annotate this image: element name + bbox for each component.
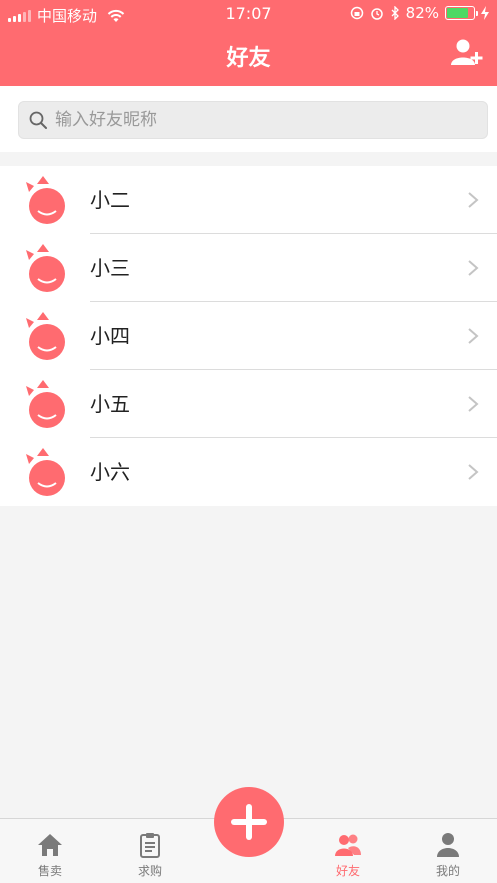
charging-icon — [481, 6, 489, 20]
friend-name: 小六 — [90, 460, 130, 484]
search-input[interactable] — [55, 110, 475, 130]
tab-me[interactable]: 我的 — [408, 819, 488, 883]
chevron-right-icon — [468, 396, 479, 412]
search-box[interactable] — [18, 101, 488, 139]
battery-percent: 82% — [405, 4, 439, 22]
friends-icon — [335, 834, 361, 856]
chevron-right-icon — [468, 328, 479, 344]
friend-row[interactable]: 小六 — [0, 438, 497, 506]
friend-name: 小二 — [90, 188, 130, 212]
friend-name: 小四 — [90, 324, 130, 348]
person-icon — [437, 833, 459, 857]
search-icon — [29, 111, 47, 129]
chevron-right-icon — [468, 464, 479, 480]
avatar — [26, 380, 65, 428]
search-bar — [0, 86, 497, 152]
alarm-icon — [370, 8, 383, 20]
avatar — [26, 244, 65, 292]
rotation-lock-icon — [350, 6, 363, 20]
bluetooth-icon — [391, 6, 399, 20]
tab-label: 求购 — [137, 864, 162, 878]
tab-friends[interactable]: 好友 — [308, 819, 388, 883]
add-button[interactable] — [214, 787, 284, 857]
add-friend-button[interactable] — [451, 38, 485, 68]
add-user-icon — [451, 39, 483, 65]
page-title: 好友 — [226, 46, 271, 71]
avatar — [26, 448, 65, 496]
clipboard-icon — [140, 833, 160, 858]
tab-label: 我的 — [435, 864, 460, 878]
header: 中国移动 17:07 82% 好友 — [0, 0, 497, 86]
friend-row[interactable]: 小五 — [0, 370, 497, 438]
tab-label: 好友 — [335, 864, 360, 878]
tab-label: 售卖 — [37, 864, 62, 878]
chevron-right-icon — [468, 260, 479, 276]
tab-sell[interactable]: 售卖 — [10, 819, 90, 883]
chevron-right-icon — [468, 192, 479, 208]
avatar — [26, 312, 65, 360]
tab-buy[interactable]: 求购 — [110, 819, 190, 883]
home-icon — [38, 834, 62, 856]
battery-icon — [445, 6, 478, 20]
friend-name: 小三 — [90, 256, 130, 280]
friend-row[interactable]: 小四 — [0, 302, 497, 370]
status-bar: 中国移动 17:07 82% — [0, 0, 497, 28]
friend-name: 小五 — [90, 392, 130, 416]
avatar — [26, 176, 65, 224]
status-right: 82% — [350, 4, 489, 22]
friend-list: 小二 小三 小四 小五 小六 — [0, 166, 497, 506]
friend-row[interactable]: 小三 — [0, 234, 497, 302]
friend-row[interactable]: 小二 — [0, 166, 497, 234]
